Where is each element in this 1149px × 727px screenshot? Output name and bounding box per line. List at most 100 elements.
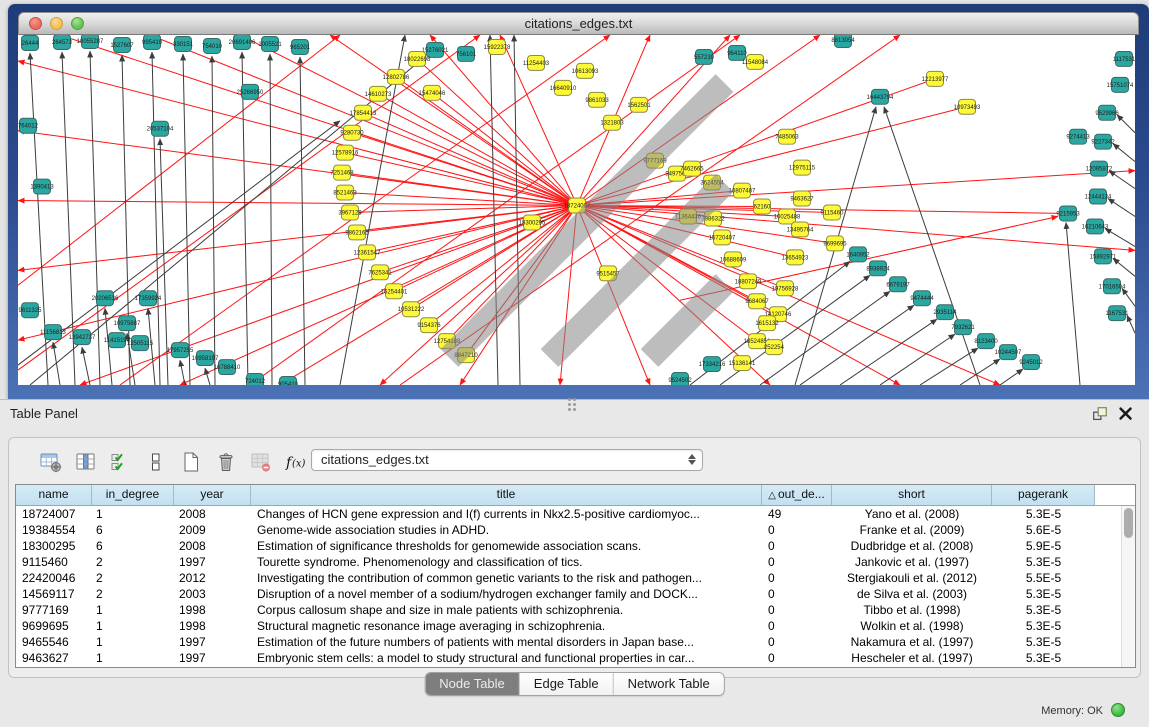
table-row[interactable]: 969969511998Structural magnetic resonanc…	[16, 618, 1135, 634]
float-panel-button[interactable]	[1091, 405, 1109, 423]
cell-year: 1998	[174, 602, 251, 618]
cell-title: Corpus callosum shape and size in male p…	[251, 602, 762, 618]
table-tabs: Node TableEdge TableNetwork Table	[424, 672, 725, 696]
cell-in_degree: 6	[92, 522, 174, 538]
cell-name: 18724007	[16, 506, 92, 522]
tab-node-table[interactable]: Node Table	[425, 673, 520, 695]
cell-name: 9115460	[16, 554, 92, 570]
table-row[interactable]: 1938455462009Genome-wide association stu…	[16, 522, 1135, 538]
cell-in_degree: 1	[92, 650, 174, 666]
cell-pagerank: 5.3E-5	[992, 618, 1095, 634]
tab-network-table[interactable]: Network Table	[614, 673, 724, 695]
resize-grip-icon[interactable]	[18, 35, 1133, 383]
new-table-icon	[179, 450, 203, 474]
close-panel-button[interactable]	[1117, 405, 1135, 423]
cell-in_degree: 6	[92, 538, 174, 554]
column-header-short[interactable]: short	[832, 485, 992, 505]
cell-year: 1998	[174, 618, 251, 634]
sort-ascending-icon: △	[768, 490, 776, 501]
column-header-out_degree[interactable]: △out_de...	[762, 485, 832, 505]
column-header-title[interactable]: title	[251, 485, 762, 505]
column-header-pagerank[interactable]: pagerank	[992, 485, 1095, 505]
cell-out_degree: 0	[762, 618, 832, 634]
delete-button[interactable]	[212, 448, 240, 476]
cell-short: Yano et al. (2008)	[832, 506, 992, 522]
column-header-label: out_de...	[778, 487, 825, 501]
column-header-label: name	[38, 487, 68, 501]
cell-short: Dudbridge et al. (2008)	[832, 538, 992, 554]
table-row[interactable]: 1456911722003Disruption of a novel membe…	[16, 586, 1135, 602]
cell-title: Changes of HCN gene expression and I(f) …	[251, 506, 762, 522]
new-table-button[interactable]	[177, 448, 205, 476]
cell-short: Wolkin et al. (1998)	[832, 618, 992, 634]
panel-title: Table Panel	[10, 406, 78, 421]
column-chooser-button[interactable]	[72, 448, 100, 476]
table-row[interactable]: 1872400712008Changes of HCN gene express…	[16, 506, 1135, 522]
network-window: citations_edges.txt 26444264573100552871…	[8, 4, 1149, 399]
cell-out_degree: 0	[762, 634, 832, 650]
cell-pagerank: 5.3E-5	[992, 506, 1095, 522]
function-button[interactable]: f(x)	[282, 448, 310, 476]
row-check-button[interactable]	[107, 448, 135, 476]
column-header-name[interactable]: name	[16, 485, 92, 505]
window-title: citations_edges.txt	[19, 16, 1138, 31]
table-selector-dropdown[interactable]: citations_edges.txt	[311, 449, 703, 471]
panel-divider-grip[interactable]	[567, 397, 581, 404]
table-selector-value: citations_edges.txt	[321, 452, 429, 467]
table-header-row: name in_degreeyear title △out_de... short pag…	[16, 485, 1135, 506]
cell-title: Disruption of a novel member of a sodium…	[251, 586, 762, 602]
cell-short: de Silva et al. (2003)	[832, 586, 992, 602]
column-header-in_degree[interactable]: in_degree	[92, 485, 174, 505]
cell-year: 1997	[174, 554, 251, 570]
cell-year: 1997	[174, 650, 251, 666]
table-row[interactable]: 2242004622012Investigating the contribut…	[16, 570, 1135, 586]
cell-out_degree: 0	[762, 650, 832, 666]
cell-short: Nakamura et al. (1997)	[832, 634, 992, 650]
column-header-label: title	[497, 487, 516, 501]
cell-name: 9465546	[16, 634, 92, 650]
cell-name: 14569117	[16, 586, 92, 602]
cell-pagerank: 5.9E-5	[992, 538, 1095, 554]
node-table: name in_degreeyear title △out_de... short pag…	[15, 484, 1136, 668]
rows-button[interactable]	[142, 448, 170, 476]
table-toolbar: f(x)	[37, 446, 310, 478]
cell-in_degree: 2	[92, 586, 174, 602]
cell-in_degree: 2	[92, 570, 174, 586]
cell-name: 9699695	[16, 618, 92, 634]
table-settings-button[interactable]	[37, 448, 65, 476]
network-canvas-container: 2644426457310055287152760799541033015175…	[18, 35, 1135, 385]
table-row[interactable]: 946362711997Embryonic stem cells: a mode…	[16, 650, 1135, 666]
cell-pagerank: 5.6E-5	[992, 522, 1095, 538]
delete-icon	[214, 450, 238, 474]
cell-out_degree: 0	[762, 554, 832, 570]
cell-year: 2003	[174, 586, 251, 602]
cell-out_degree: 49	[762, 506, 832, 522]
delete-table-button[interactable]	[247, 448, 275, 476]
table-row[interactable]: 946554611997Estimation of the future num…	[16, 634, 1135, 650]
tab-edge-table[interactable]: Edge Table	[520, 673, 614, 695]
function-icon: f(x)	[284, 450, 308, 474]
window-titlebar[interactable]: citations_edges.txt	[18, 12, 1139, 35]
cell-out_degree: 0	[762, 570, 832, 586]
cell-year: 2009	[174, 522, 251, 538]
table-panel-content: f(x) citations_edges.txt name in_degreeye…	[8, 437, 1141, 678]
column-header-year[interactable]: year	[174, 485, 251, 505]
cell-title: Tourette syndrome. Phenomenology and cla…	[251, 554, 762, 570]
table-row[interactable]: 1830029562008Estimation of significance …	[16, 538, 1135, 554]
cell-year: 2012	[174, 570, 251, 586]
cell-pagerank: 5.5E-5	[992, 570, 1095, 586]
cell-year: 1997	[174, 634, 251, 650]
table-scrollbar[interactable]	[1121, 506, 1135, 667]
column-header-label: pagerank	[1018, 487, 1068, 501]
cell-title: Estimation of significance thresholds fo…	[251, 538, 762, 554]
memory-status-label: Memory: OK	[1041, 705, 1103, 717]
cell-title: Embryonic stem cells: a model to study s…	[251, 650, 762, 666]
header-filler	[1095, 485, 1135, 505]
column-header-label: short	[898, 487, 925, 501]
rows-icon	[144, 450, 168, 474]
memory-status-indicator[interactable]	[1111, 703, 1125, 717]
cell-in_degree: 1	[92, 506, 174, 522]
table-row[interactable]: 911546021997Tourette syndrome. Phenomeno…	[16, 554, 1135, 570]
table-row[interactable]: 977716911998Corpus callosum shape and si…	[16, 602, 1135, 618]
table-scrollbar-thumb[interactable]	[1124, 508, 1133, 538]
